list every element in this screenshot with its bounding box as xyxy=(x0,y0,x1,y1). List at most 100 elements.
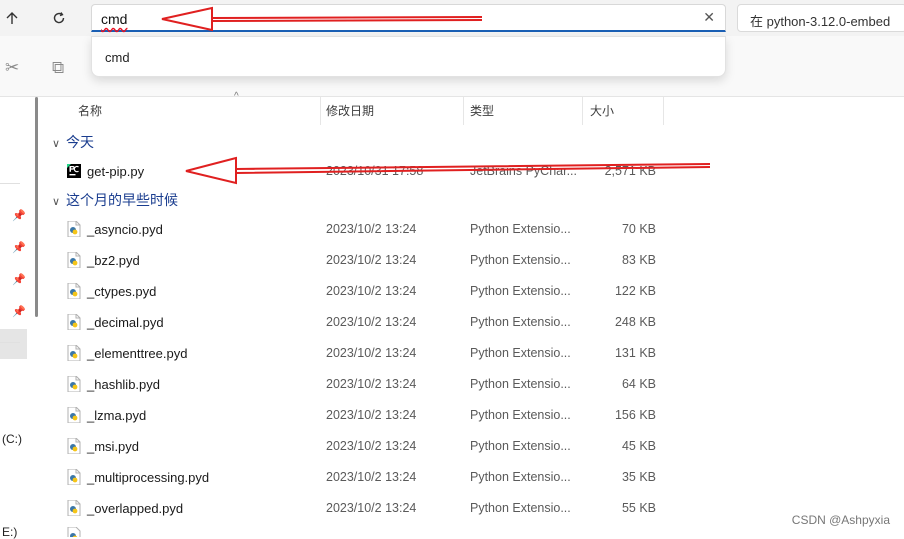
file-date: 2023/10/2 13:24 xyxy=(326,315,417,329)
file-type: Python Extensio... xyxy=(470,346,571,360)
file-type: Python Extensio... xyxy=(470,408,571,422)
python-file-icon xyxy=(67,527,81,537)
file-size: 64 KB xyxy=(621,377,656,391)
table-row[interactable]: _multiprocessing.pyd 2023/10/2 13:24 Pytho… xyxy=(44,462,904,493)
file-date: 2023/10/31 17:58 xyxy=(326,164,424,178)
file-type: Python Extensio... xyxy=(470,377,571,391)
table-row[interactable]: _decimal.pyd 2023/10/2 13:24 Python Extens… xyxy=(44,307,904,338)
refresh-button[interactable] xyxy=(47,6,71,30)
table-row[interactable]: _hashlib.pyd 2023/10/2 13:24 Python Extens… xyxy=(44,369,904,400)
python-file-icon xyxy=(67,500,81,516)
file-date: 2023/10/2 13:24 xyxy=(326,222,417,236)
table-row[interactable]: _msi.pyd 2023/10/2 13:24 Python Extensio..… xyxy=(44,431,904,462)
python-file-icon xyxy=(67,252,81,268)
table-row[interactable]: _elementtree.pyd 2023/10/2 13:24 Python Ex… xyxy=(44,338,904,369)
column-header-name[interactable]: 名称 xyxy=(78,97,102,125)
file-type: Python Extensio... xyxy=(470,315,571,329)
navigation-pane: 📌 📌 📌 📌 (C:) E:) xyxy=(0,97,44,539)
file-date: 2023/10/2 13:24 xyxy=(326,470,417,484)
file-date: 2023/10/2 13:24 xyxy=(326,377,417,391)
nav-divider xyxy=(0,342,20,343)
file-date: 2023/10/2 13:24 xyxy=(326,253,417,267)
nav-divider xyxy=(0,183,20,184)
drive-c-label[interactable]: (C:) xyxy=(2,432,22,446)
python-file-icon xyxy=(67,314,81,330)
file-size: 35 KB xyxy=(621,470,656,484)
table-row[interactable] xyxy=(44,520,904,537)
group-header-today[interactable]: ∨ 今天 xyxy=(52,131,94,153)
file-size: 83 KB xyxy=(621,253,656,267)
file-name: _asyncio.pyd xyxy=(87,222,163,237)
python-file-icon xyxy=(67,345,81,361)
file-type: Python Extensio... xyxy=(470,439,571,453)
autocomplete-item[interactable]: cmd xyxy=(105,50,130,65)
chevron-down-icon: ∨ xyxy=(52,138,61,150)
table-row[interactable]: _bz2.pyd 2023/10/2 13:24 Python Extensio..… xyxy=(44,245,904,276)
nav-scrollbar[interactable] xyxy=(35,97,38,317)
pycharm-icon xyxy=(67,164,81,178)
file-size: 248 KB xyxy=(614,315,656,329)
python-file-icon xyxy=(67,376,81,392)
copy-icon[interactable]: ⧉ xyxy=(52,58,64,78)
file-name: _multiprocessing.pyd xyxy=(87,470,210,485)
table-row[interactable]: _asyncio.pyd 2023/10/2 13:24 Python Extens… xyxy=(44,214,904,245)
title-bar: cmd ✕ 在 python-3.12.0-embed xyxy=(0,0,904,36)
autocomplete-dropdown: cmd xyxy=(91,36,726,77)
cut-icon[interactable]: ✂ xyxy=(5,58,19,78)
file-name: _ctypes.pyd xyxy=(87,284,157,299)
column-separator[interactable] xyxy=(663,97,664,125)
file-size: 131 KB xyxy=(614,346,656,360)
file-name: _msi.pyd xyxy=(87,439,140,454)
column-header-size[interactable]: 大小 xyxy=(590,97,614,125)
column-header-date[interactable]: 修改日期 xyxy=(326,97,374,125)
clear-icon[interactable]: ✕ xyxy=(703,9,715,26)
file-name: _elementtree.pyd xyxy=(87,346,188,361)
file-date: 2023/10/2 13:24 xyxy=(326,284,417,298)
column-separator[interactable] xyxy=(463,97,464,125)
pin-icon[interactable]: 📌 xyxy=(10,270,28,288)
file-type: Python Extensio... xyxy=(470,284,571,298)
search-box[interactable]: 在 python-3.12.0-embed xyxy=(737,4,904,32)
address-bar[interactable]: cmd ✕ xyxy=(91,4,726,32)
up-button[interactable] xyxy=(0,6,24,30)
file-name: _decimal.pyd xyxy=(87,315,164,330)
group-label: 今天 xyxy=(66,134,94,150)
refresh-icon xyxy=(53,12,65,24)
column-separator[interactable] xyxy=(582,97,583,125)
python-file-icon xyxy=(67,221,81,237)
python-file-icon xyxy=(67,283,81,299)
address-input[interactable]: cmd xyxy=(101,11,127,27)
file-name: _bz2.pyd xyxy=(87,253,140,268)
file-size: 156 KB xyxy=(614,408,656,422)
file-type: Python Extensio... xyxy=(470,253,571,267)
column-header-type[interactable]: 类型 xyxy=(470,97,494,125)
file-date: 2023/10/2 13:24 xyxy=(326,439,417,453)
chevron-down-icon: ∨ xyxy=(52,196,61,208)
pin-icon[interactable]: 📌 xyxy=(10,302,28,320)
nav-selected-item[interactable] xyxy=(0,329,27,359)
file-date: 2023/10/2 13:24 xyxy=(326,346,417,360)
python-file-icon xyxy=(67,469,81,485)
pin-icon[interactable]: 📌 xyxy=(10,206,28,224)
column-separator[interactable] xyxy=(320,97,321,125)
file-type: Python Extensio... xyxy=(470,222,571,236)
file-type: Python Extensio... xyxy=(470,470,571,484)
file-type: JetBrains PyChar... xyxy=(470,164,577,178)
file-name: _lzma.pyd xyxy=(87,408,147,423)
group-label: 这个月的早些时候 xyxy=(66,192,178,208)
file-date: 2023/10/2 13:24 xyxy=(326,408,417,422)
sort-ascending-icon: ^ xyxy=(234,91,239,102)
pin-icon[interactable]: 📌 xyxy=(10,238,28,256)
file-name: get-pip.py xyxy=(87,164,145,179)
table-row[interactable]: _ctypes.pyd 2023/10/2 13:24 Python Extensi… xyxy=(44,276,904,307)
file-name: _hashlib.pyd xyxy=(87,377,160,392)
file-size: 70 KB xyxy=(621,222,656,236)
file-size: 122 KB xyxy=(614,284,656,298)
python-file-icon xyxy=(67,438,81,454)
file-size: 2,571 KB xyxy=(604,164,656,178)
group-header-this-month[interactable]: ∨ 这个月的早些时候 xyxy=(52,189,178,211)
table-row[interactable]: _lzma.pyd 2023/10/2 13:24 Python Extensio.… xyxy=(44,400,904,431)
search-placeholder: 在 python-3.12.0-embed xyxy=(750,14,891,29)
watermark: CSDN @Ashpyxia xyxy=(791,513,890,527)
table-row[interactable]: get-pip.py 2023/10/31 17:58 JetBrains PyCh… xyxy=(44,156,904,187)
